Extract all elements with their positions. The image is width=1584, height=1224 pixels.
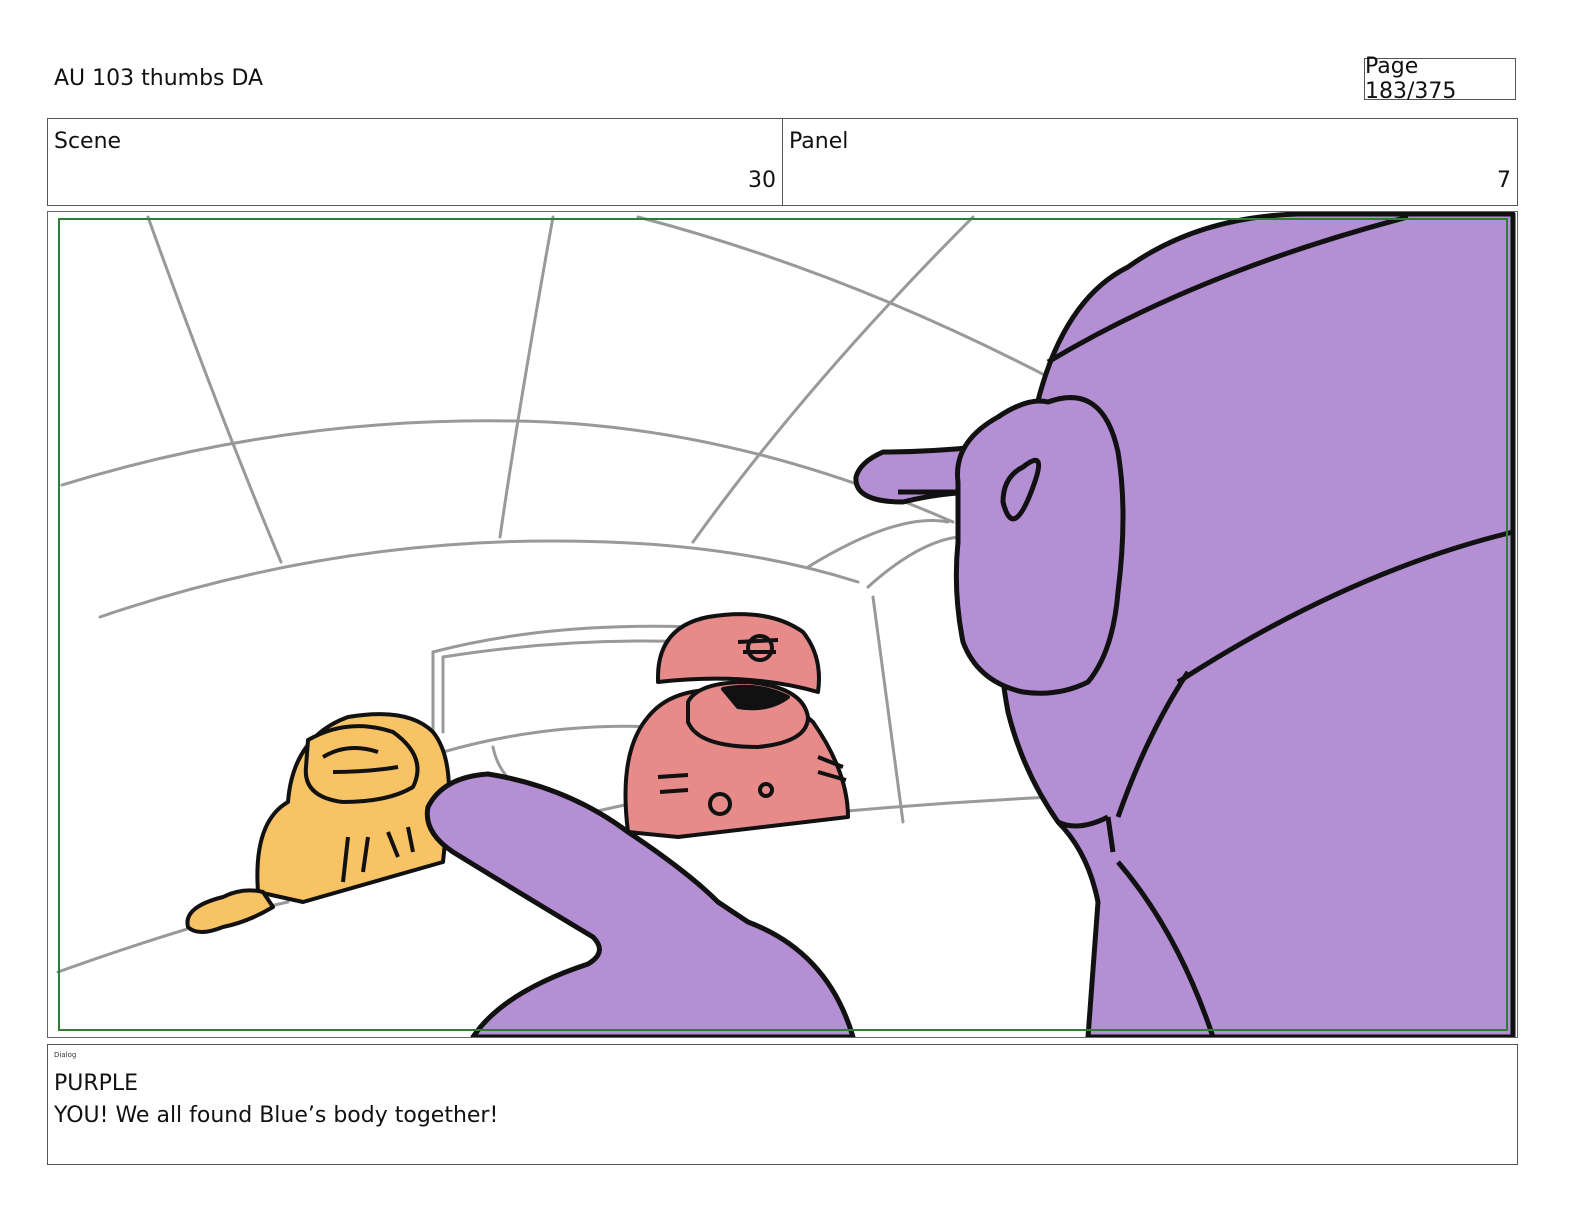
page-counter: Page 183/375 bbox=[1364, 54, 1516, 104]
storyboard-frame bbox=[47, 211, 1518, 1038]
panel-label: Panel bbox=[789, 129, 849, 154]
scene-panel-info: Scene 30 Panel 7 bbox=[47, 118, 1518, 206]
panel-cell: Panel 7 bbox=[782, 119, 1517, 205]
scene-number: 30 bbox=[748, 168, 776, 193]
storyboard-drawing bbox=[56, 212, 1516, 1037]
scene-label: Scene bbox=[54, 129, 122, 154]
panel-number: 7 bbox=[1497, 168, 1511, 193]
dialog-line: YOU! We all found Blue’s body together! bbox=[54, 1103, 499, 1128]
purple-crewmate bbox=[853, 212, 1516, 1037]
yellow-crewmate bbox=[185, 712, 451, 934]
dialog-header: Dialog bbox=[54, 1051, 77, 1059]
pink-crewmate bbox=[623, 612, 850, 839]
scene-cell: Scene 30 bbox=[48, 119, 782, 205]
dialog-box: Dialog PURPLE YOU! We all found Blue’s b… bbox=[47, 1044, 1518, 1165]
dialog-speaker: PURPLE bbox=[54, 1071, 139, 1096]
document-title: AU 103 thumbs DA bbox=[54, 66, 264, 91]
